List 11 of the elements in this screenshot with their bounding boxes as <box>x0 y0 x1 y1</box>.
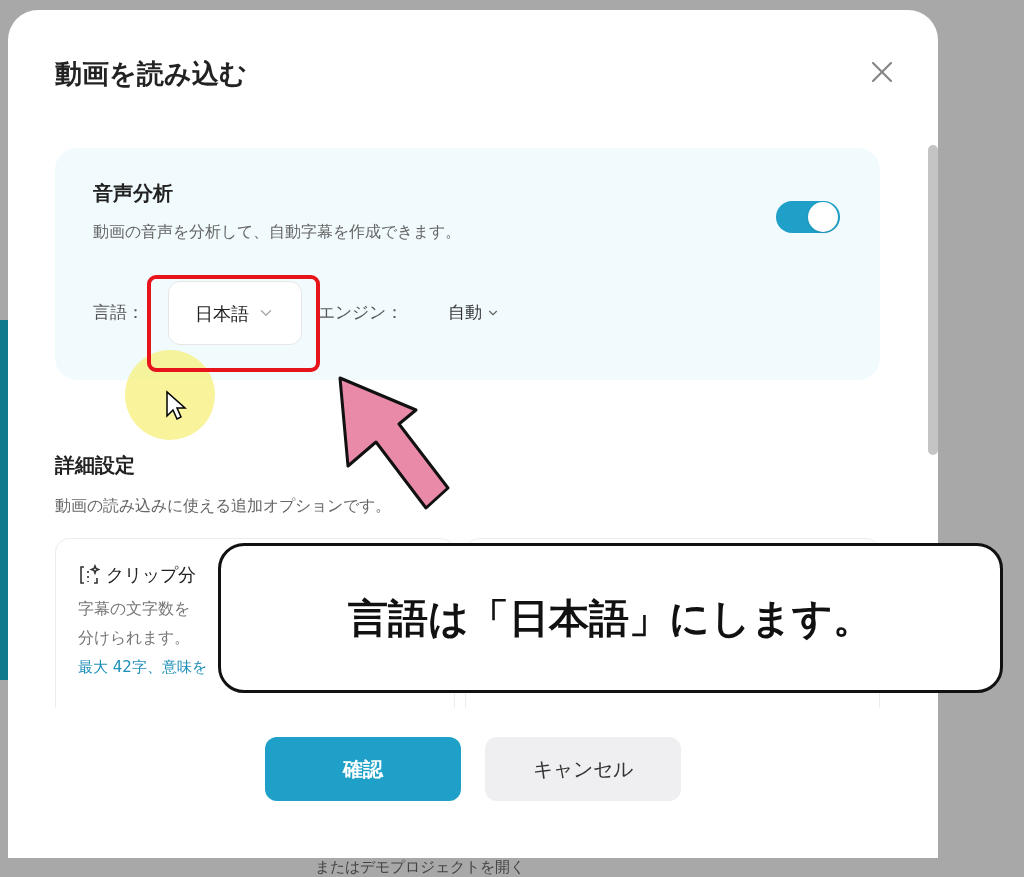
language-label: 言語： <box>93 301 145 325</box>
caption-text: 言語は「日本語」にします。 <box>348 594 873 643</box>
card-title: クリップ分 <box>106 563 196 587</box>
section-description: 動画の読み込みに使える追加オプションです。 <box>55 495 392 517</box>
card-description: 字幕の文字数を <box>78 598 190 620</box>
section-title: 音声分析 <box>93 180 174 207</box>
engine-label: エンジン： <box>318 301 404 325</box>
section-description: 動画の音声を分析して、自動字幕を作成できます。 <box>93 221 461 243</box>
section-title: 詳細設定 <box>55 452 136 479</box>
card-description: 分けられます。 <box>78 627 190 649</box>
dialog-title: 動画を読み込む <box>55 57 247 91</box>
